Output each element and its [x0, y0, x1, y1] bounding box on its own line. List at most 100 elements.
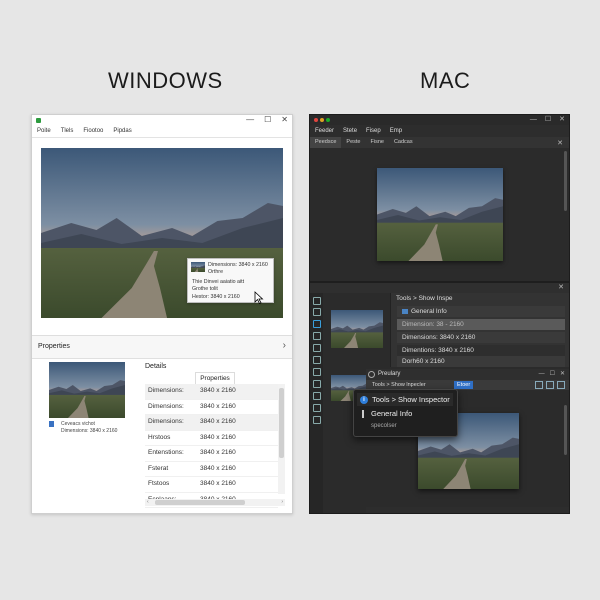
scroll-thumb[interactable] — [155, 500, 245, 505]
table-row[interactable]: Entenstions: 3840 x 2160 — [145, 446, 278, 462]
status-bar — [366, 507, 569, 513]
row-value: 3840 x 2160 — [200, 480, 236, 487]
minimize-button[interactable]: — — [246, 115, 254, 125]
properties-label: Properties — [38, 343, 70, 350]
text-cursor-icon — [362, 410, 364, 419]
menu-item-2[interactable]: Tlels — [61, 125, 74, 137]
row-key: Ftstoos — [148, 480, 170, 487]
image-icon[interactable] — [535, 381, 543, 389]
close-icon[interactable]: ✕ — [557, 139, 563, 147]
main-photo[interactable] — [377, 168, 503, 261]
table-row[interactable]: Dimensions: 3840 x 2160 — [145, 415, 278, 431]
windows-titlebar: — ☐ ✕ — [32, 115, 292, 125]
vertical-scrollbar[interactable] — [564, 151, 567, 211]
menu-item-3[interactable]: Fiootoo — [83, 125, 103, 137]
vertical-scrollbar[interactable] — [278, 384, 285, 494]
scroll-thumb[interactable] — [279, 388, 284, 458]
chevron-right-icon[interactable]: › — [283, 340, 286, 351]
pen-icon[interactable] — [313, 308, 321, 316]
minimize-dot-icon[interactable] — [320, 118, 324, 122]
menu-item-4[interactable]: Pipdas — [113, 125, 131, 137]
windows-menubar: Poite Tlels Fiootoo Pipdas — [32, 125, 292, 138]
grid-icon[interactable] — [313, 416, 321, 424]
close-button[interactable]: ✕ — [281, 115, 288, 125]
close-dot-icon[interactable] — [314, 118, 318, 122]
tab-2[interactable]: Peste — [341, 137, 365, 148]
folder-icon[interactable] — [313, 392, 321, 400]
inspector-row[interactable]: Dimension: 38 - 2160 — [397, 319, 565, 330]
horizontal-scrollbar[interactable]: ‹ › — [145, 499, 285, 506]
home-icon[interactable] — [313, 297, 321, 305]
table-row[interactable]: Dimensions: 3840 x 2160 — [145, 400, 278, 415]
menu-item-3[interactable]: Fisep — [366, 125, 381, 137]
menu-item-2[interactable]: Stete — [343, 125, 357, 137]
tooltip-line: Dimensions: 3840 x 2160 — [208, 262, 268, 268]
inspector-row-label: General Info — [411, 308, 447, 315]
mac-titlebar: — ☐ ✕ — [310, 115, 569, 125]
inspector-row[interactable]: Dorh60 x 2160 — [397, 356, 565, 367]
brush-icon[interactable] — [313, 332, 321, 340]
layers-icon[interactable] — [313, 368, 321, 376]
scroll-right-icon[interactable]: › — [281, 499, 283, 506]
menu-item-general-info[interactable]: General Info — [357, 409, 412, 419]
photo-thumbnail[interactable] — [331, 310, 383, 348]
maximize-button[interactable]: ☐ — [550, 369, 555, 380]
caption-line: Dimensions: 3840 x 2160 — [61, 428, 118, 434]
preview-title: Preulary — [378, 371, 401, 377]
tooltip-line: Hestor: 3840 x 2160 — [192, 294, 240, 300]
inspector-panel: Tools > Show Inspe General Info Dimensio… — [390, 293, 569, 367]
menu-item-label: Tools > Show Inspector — [372, 395, 450, 404]
menu-item-1[interactable]: Poite — [37, 125, 51, 137]
tooltip-line: Orthre — [208, 269, 224, 275]
close-icon[interactable]: ✕ — [558, 283, 564, 293]
caption-line: Ceveacs vichot — [61, 421, 95, 427]
toolbar-button[interactable]: Etoer — [454, 381, 474, 389]
node-icon[interactable] — [313, 320, 321, 328]
close-button[interactable]: ✕ — [559, 115, 565, 125]
stamp-icon[interactable] — [313, 356, 321, 364]
table-row[interactable]: Fsterat 3840 x 2160 — [145, 462, 278, 477]
properties-header[interactable]: Properties › — [32, 336, 292, 359]
image-icon[interactable] — [313, 380, 321, 388]
zoom-dot-icon[interactable] — [326, 118, 330, 122]
tab-properties[interactable]: Properties — [195, 372, 235, 384]
tool-strip — [310, 293, 323, 513]
windows-heading: WINDOWS — [108, 68, 223, 93]
close-button[interactable]: ✕ — [560, 369, 565, 380]
inspector-row[interactable]: Dimensions: 3840 x 2160 — [397, 332, 565, 343]
mac-heading: MAC — [420, 68, 471, 93]
crop-icon[interactable] — [313, 344, 321, 352]
tab-4[interactable]: Cadcas — [389, 137, 418, 148]
table-row[interactable]: Ftstoos 3840 x 2160 — [145, 477, 278, 493]
grid-icon[interactable] — [557, 381, 565, 389]
row-key: Dimensions: — [148, 418, 184, 425]
maximize-button[interactable]: ☐ — [264, 115, 271, 125]
inspector-row-label: Dimension: 38 - 2160 — [402, 321, 464, 328]
table-row[interactable]: Hrstoos 3840 x 2160 — [145, 431, 278, 446]
info-icon — [402, 308, 408, 314]
scroll-left-icon[interactable]: ‹ — [147, 499, 149, 506]
maximize-button[interactable]: ☐ — [545, 115, 551, 125]
tab-3[interactable]: Fisne — [365, 137, 388, 148]
mouse-cursor-icon — [254, 291, 264, 304]
minimize-button[interactable]: — — [539, 369, 545, 380]
menu-item-sub[interactable]: specolser — [371, 423, 397, 429]
inspector-row[interactable]: Dimentions: 3840 x 2160 — [397, 345, 565, 356]
inspector-header: Tools > Show Inspe — [396, 295, 453, 302]
export-icon[interactable] — [546, 381, 554, 389]
minimize-button[interactable]: — — [530, 115, 537, 125]
tooltip-line: Grothe tolit — [192, 286, 218, 292]
inspector-row-label: Dorh60 x 2160 — [402, 358, 445, 365]
table-row[interactable]: Dimensions: 3840 x 2160 — [145, 384, 278, 400]
mac-window: — ☐ ✕ Feeder Stete Fisep Emp Peedsce Pes… — [309, 114, 570, 514]
export-icon[interactable] — [313, 404, 321, 412]
menu-item-4[interactable]: Emp — [390, 125, 402, 137]
inspector-row[interactable]: General Info — [397, 306, 565, 317]
row-value: 3840 x 2160 — [200, 449, 236, 456]
vertical-scrollbar[interactable] — [564, 405, 567, 455]
menu-item-1[interactable]: Feeder — [315, 125, 334, 137]
menu-item-show-inspector[interactable]: i Tools > Show Inspector — [357, 393, 453, 406]
tab-1[interactable]: Peedsce — [310, 137, 342, 148]
row-value: 3840 x 2160 — [200, 418, 236, 425]
row-key: Dimensions: — [148, 402, 184, 410]
